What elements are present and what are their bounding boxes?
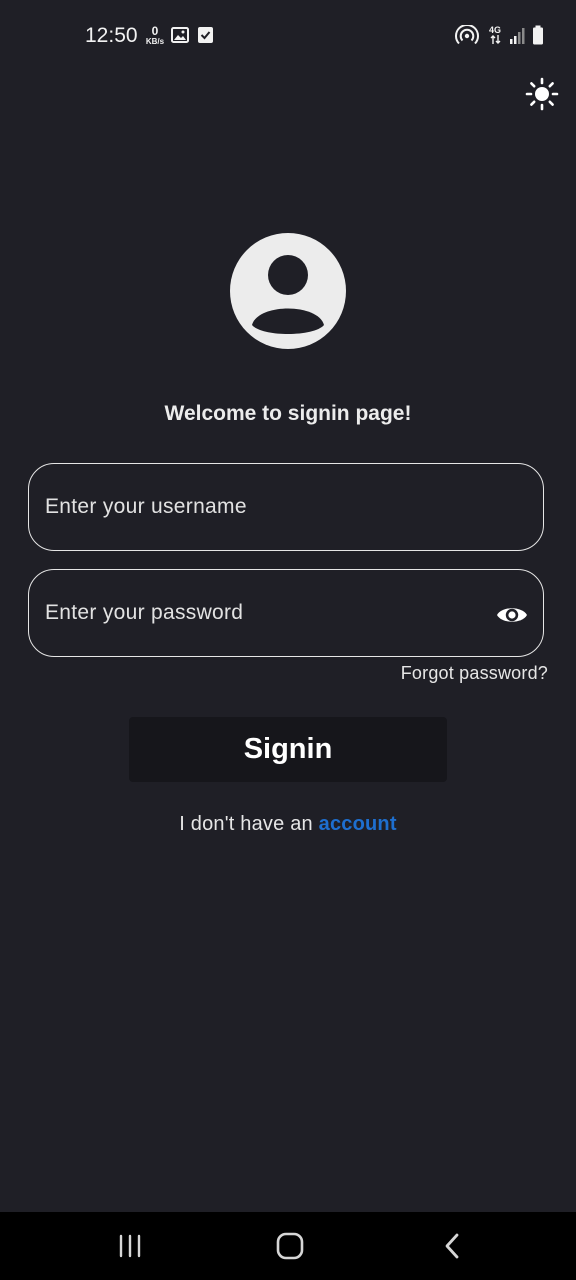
welcome-heading: Welcome to signin page! [164, 402, 412, 425]
network-speed-indicator: 0 KB/s [144, 25, 166, 47]
forgot-password-link[interactable]: Forgot password? [401, 663, 548, 684]
4g-signal-icon: 4G [489, 25, 527, 50]
account-link[interactable]: account [319, 813, 397, 835]
home-icon[interactable] [270, 1230, 310, 1262]
hotspot-icon [455, 24, 479, 50]
password-input[interactable] [45, 570, 485, 656]
navigation-bar [0, 1212, 576, 1280]
status-bar: 12:50 0 KB/s 4G [0, 0, 576, 70]
battery-icon [532, 25, 544, 50]
password-field[interactable] [28, 569, 544, 657]
no-account-text: I don't have an [179, 813, 313, 835]
checkbox-icon [197, 26, 214, 49]
network-speed-unit: KB/s [145, 37, 165, 46]
svg-text:4G: 4G [489, 25, 501, 35]
signup-prompt: I don't have an account [0, 813, 576, 836]
status-time: 12:50 [85, 24, 138, 47]
back-icon[interactable] [432, 1230, 472, 1262]
image-icon [171, 26, 189, 49]
eye-icon[interactable] [495, 598, 529, 632]
account-circle-icon [230, 233, 346, 349]
sun-icon[interactable] [524, 76, 560, 112]
username-input[interactable] [45, 464, 485, 550]
network-speed-value: 0 [151, 24, 159, 38]
recent-apps-icon[interactable] [110, 1230, 150, 1262]
username-field[interactable] [28, 463, 544, 551]
signin-button[interactable]: Signin [129, 717, 447, 782]
